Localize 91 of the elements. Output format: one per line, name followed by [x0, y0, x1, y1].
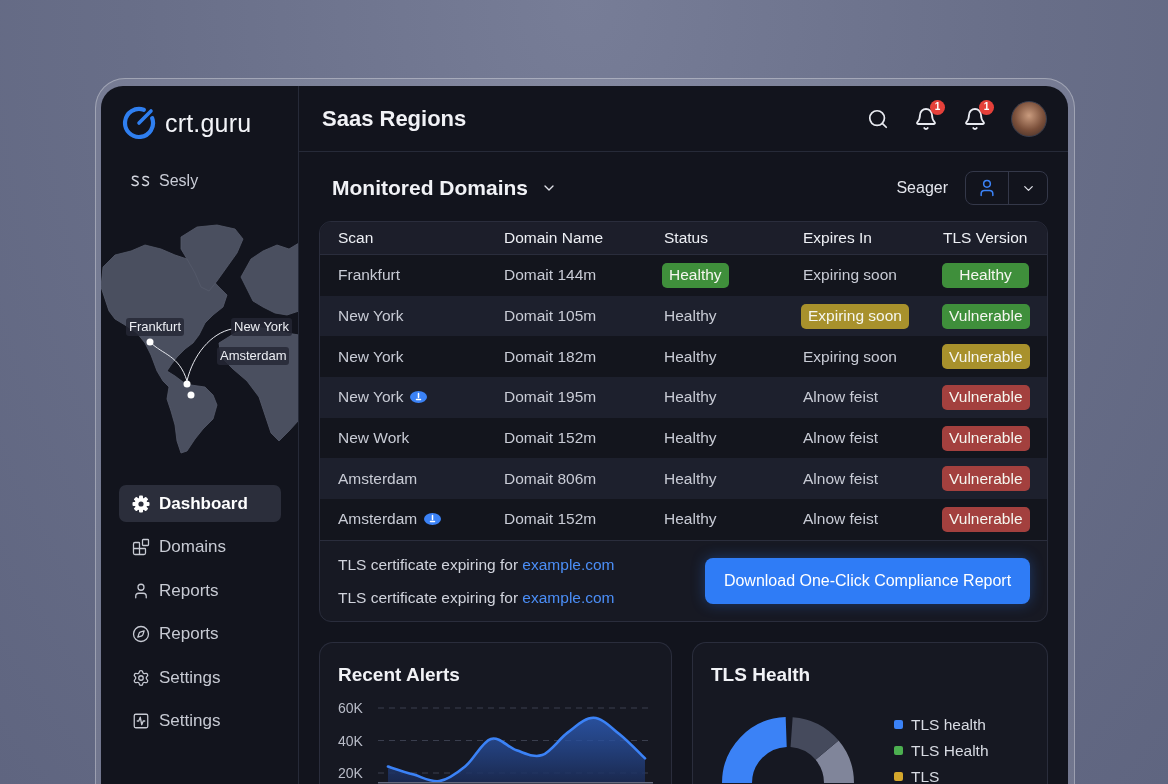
map-label: New York — [231, 318, 292, 336]
alert-message: TLS certificate expiring for example.com — [338, 554, 615, 574]
axis-label: 60K — [338, 700, 363, 716]
map-label: Frankfurt — [126, 318, 184, 336]
expiry-text: Alnow feist — [803, 388, 878, 407]
expiry-badge: Expiring soon — [801, 303, 909, 329]
domain-name: Domait 105m — [504, 307, 597, 326]
domain-name: Domait 144m — [504, 266, 597, 285]
location-name: New York — [338, 388, 404, 407]
status-text: Healthy — [664, 388, 717, 407]
tls-badge: Vulnerable — [942, 425, 1030, 451]
page-title: Saas Regions — [322, 105, 467, 132]
avatar[interactable] — [1011, 100, 1047, 137]
gear-icon — [132, 494, 150, 513]
legend-label: TLS Health — [911, 741, 989, 760]
location-name: New York — [338, 307, 404, 326]
table-row[interactable]: New Work Domait 152m Healthy Alnow feist Vulnerable — [320, 417, 1047, 459]
settings-icon — [132, 668, 150, 687]
location-name: Amsterdam — [338, 469, 418, 488]
status-badge: Healthy — [662, 262, 729, 288]
column-header: Expires In — [803, 229, 873, 247]
table-row[interactable]: Frankfurt Domait 144m Healthy Expiring soon Healthy — [320, 255, 1047, 296]
table-row[interactable]: New York Domait 182m Healthy Expiring soon Vulnerable — [320, 336, 1047, 378]
map-pin-icon[interactable] — [146, 338, 154, 346]
tls-badge: Vulnerable — [942, 506, 1030, 532]
download-report-button[interactable]: Download One-Click Compliance Report — [705, 557, 1030, 604]
search-icon[interactable] — [867, 107, 889, 130]
alert-message: TLS certificate expiring for example.com — [338, 587, 615, 607]
expiry-text: Alnow feist — [803, 469, 878, 488]
location-name: Amsterdam — [338, 510, 418, 529]
chart-icon — [132, 712, 150, 730]
column-header: TLS Version — [943, 229, 1029, 247]
domain-name: Domait 152m — [504, 510, 597, 529]
expiry-text: Expiring soon — [803, 347, 897, 366]
logo-icon — [122, 106, 156, 140]
section-title: Monitored Domains — [332, 176, 528, 200]
status-text: Healthy — [664, 347, 717, 366]
tls-badge: Vulnerable — [942, 344, 1030, 370]
column-header: Scan — [338, 229, 375, 247]
domain-name: Domait 195m — [504, 388, 597, 407]
domain-link[interactable]: example.com — [522, 555, 615, 573]
map-label: Amsterdam — [217, 347, 290, 365]
nav-item[interactable]: Reports — [119, 572, 281, 609]
table-row[interactable]: New York Domait 105m Healthy Expiring soon Vulnerable — [320, 295, 1047, 337]
table-row[interactable]: Amsterdam Domait 806m Healthy Alnow feist Vulnerable — [320, 458, 1047, 500]
logo-text: crt.guru — [165, 108, 252, 138]
workspace-name: Sesly — [159, 172, 199, 190]
column-header: Status — [664, 229, 709, 247]
domain-name: Domait 806m — [504, 469, 597, 488]
status-text: Healthy — [664, 429, 717, 448]
nav-item[interactable]: Settings — [119, 659, 281, 696]
status-text: Healthy — [664, 307, 717, 326]
card-title: TLS Health — [711, 662, 812, 687]
tls-badge: Vulnerable — [942, 466, 1030, 492]
table-row[interactable]: Amsterdam Domait 152m Healthy Alnow feist Vulnerable — [320, 499, 1047, 540]
legend-label: TLS — [911, 767, 940, 784]
compass-icon — [132, 625, 150, 643]
status-text: Healthy — [664, 469, 717, 488]
notification-badge: 1 — [979, 99, 994, 115]
expiry-text: Alnow feist — [803, 510, 878, 529]
location-name: New York — [338, 347, 404, 366]
user-icon — [132, 581, 150, 600]
legend-label: TLS health — [911, 715, 986, 734]
expiry-text: Expiring soon — [803, 266, 897, 285]
axis-label: 40K — [338, 732, 363, 749]
tls-badge: Vulnerable — [942, 384, 1030, 410]
map-pin-icon[interactable] — [187, 391, 195, 399]
card-title: Recent Alerts — [338, 662, 461, 687]
domain-link[interactable]: example.com — [522, 588, 615, 606]
expiry-text: Alnow feist — [803, 429, 878, 448]
domain-name: Domait 152m — [504, 429, 597, 448]
nav-item[interactable]: Reports — [119, 615, 281, 653]
domain-name: Domait 182m — [504, 347, 597, 366]
axis-label: 20K — [338, 764, 363, 781]
blocks-icon — [132, 538, 150, 556]
nav-item[interactable]: Settings — [119, 702, 281, 740]
user-icon — [977, 178, 997, 198]
user-name: Seager — [896, 179, 948, 197]
column-header: Domain Name — [504, 229, 605, 247]
status-text: Healthy — [664, 510, 717, 529]
table-row[interactable]: New York Domait 195m Healthy Alnow feist Vulnerable — [320, 377, 1047, 418]
location-name: Frankfurt — [338, 266, 400, 285]
nav-item[interactable]: Dashboard — [119, 485, 281, 522]
donut-segment — [815, 741, 854, 784]
nav-item[interactable]: Domains — [119, 528, 281, 566]
location-name: New Work — [338, 429, 410, 448]
map-pin-icon[interactable] — [183, 380, 191, 388]
squiggle-icon — [131, 175, 150, 187]
tls-badge: Healthy — [942, 262, 1029, 288]
notification-badge: 1 — [930, 99, 945, 115]
tls-badge: Vulnerable — [942, 303, 1030, 329]
